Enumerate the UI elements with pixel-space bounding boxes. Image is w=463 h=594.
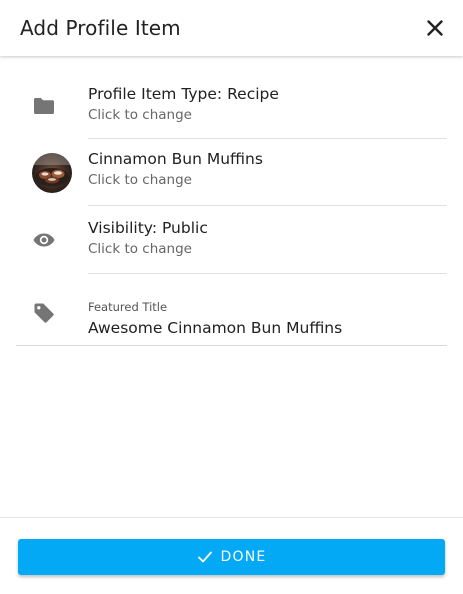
profile-item-type-row[interactable]: Profile Item Type: Recipe Click to chang… <box>0 74 463 138</box>
visibility-title: Visibility: Public <box>88 219 208 237</box>
close-icon[interactable] <box>425 18 445 38</box>
done-label: DONE <box>220 549 267 565</box>
profile-item-type-text: Profile Item Type: Recipe Click to chang… <box>88 84 447 124</box>
featured-title-row: Featured Title <box>0 274 463 344</box>
tag-icon <box>34 303 54 323</box>
recipe-text: Cinnamon Bun Muffins Click to change <box>88 149 447 189</box>
done-button[interactable]: DONE <box>18 539 445 575</box>
recipe-title: Cinnamon Bun Muffins <box>88 150 263 168</box>
visibility-row[interactable]: Visibility: Public Click to change <box>0 206 463 273</box>
profile-item-type-subtitle: Click to change <box>88 107 192 123</box>
folder-icon <box>34 98 54 114</box>
visibility-text: Visibility: Public Click to change <box>88 218 447 258</box>
dialog-content: Profile Item Type: Recipe Click to chang… <box>0 56 463 517</box>
recipe-subtitle: Click to change <box>88 172 192 188</box>
dialog-header: Add Profile Item <box>0 0 463 56</box>
featured-title-field: Featured Title <box>88 300 447 338</box>
recipe-thumbnail <box>32 153 72 193</box>
featured-title-input[interactable] <box>88 318 447 338</box>
featured-title-underline <box>16 345 447 346</box>
dialog-footer: DONE <box>0 517 463 594</box>
eye-icon <box>33 233 55 247</box>
visibility-subtitle: Click to change <box>88 241 192 257</box>
profile-item-type-title: Profile Item Type: Recipe <box>88 85 279 103</box>
close-button[interactable] <box>425 18 445 38</box>
dialog-title: Add Profile Item <box>20 16 181 40</box>
recipe-row[interactable]: Cinnamon Bun Muffins Click to change <box>0 139 463 205</box>
check-icon <box>197 551 212 563</box>
featured-title-label: Featured Title <box>88 300 168 314</box>
